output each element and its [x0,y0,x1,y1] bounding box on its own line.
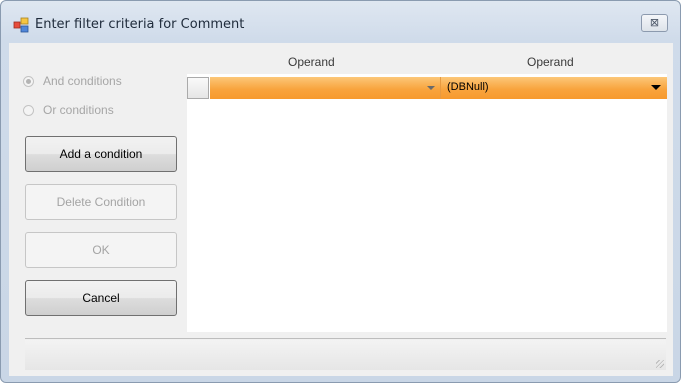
window-title: Enter filter criteria for Comment [35,17,245,32]
or-conditions-radio[interactable] [23,104,34,116]
table-row[interactable]: (DBNull) [187,74,667,101]
grid-header: Operand Operand [187,52,667,74]
delete-condition-button[interactable]: Delete Condition [25,184,177,220]
filter-icon [13,17,29,33]
dialog-body: And conditions Or conditions Add a condi… [9,43,673,376]
or-conditions-option[interactable]: Or conditions [23,101,114,119]
column-header-operand-1[interactable]: Operand [288,55,335,69]
chevron-down-icon[interactable] [651,85,661,90]
and-conditions-label: And conditions [43,74,122,88]
status-bar [25,340,666,370]
operand-2-value: (DBNull) [447,81,489,93]
and-conditions-option[interactable]: And conditions [23,72,122,90]
operand-2-cell[interactable]: (DBNull) [441,77,667,99]
close-button[interactable]: ⊠ [641,14,668,32]
conditions-grid[interactable]: Operand Operand (DBNull) [187,52,667,332]
chevron-down-icon[interactable] [427,86,435,90]
or-conditions-label: Or conditions [43,103,114,117]
resize-grip-icon[interactable] [656,360,664,368]
divider [25,338,666,339]
row-selector[interactable] [187,77,209,99]
operand-1-cell[interactable] [210,77,441,99]
cancel-button[interactable]: Cancel [25,280,177,316]
column-header-operand-2[interactable]: Operand [527,55,574,69]
filter-dialog: Enter filter criteria for Comment ⊠ And … [0,0,681,383]
ok-button[interactable]: OK [25,232,177,268]
title-bar[interactable]: Enter filter criteria for Comment ⊠ [1,1,680,43]
close-icon: ⊠ [649,16,660,29]
and-conditions-radio[interactable] [23,75,34,87]
add-condition-button[interactable]: Add a condition [25,136,177,172]
